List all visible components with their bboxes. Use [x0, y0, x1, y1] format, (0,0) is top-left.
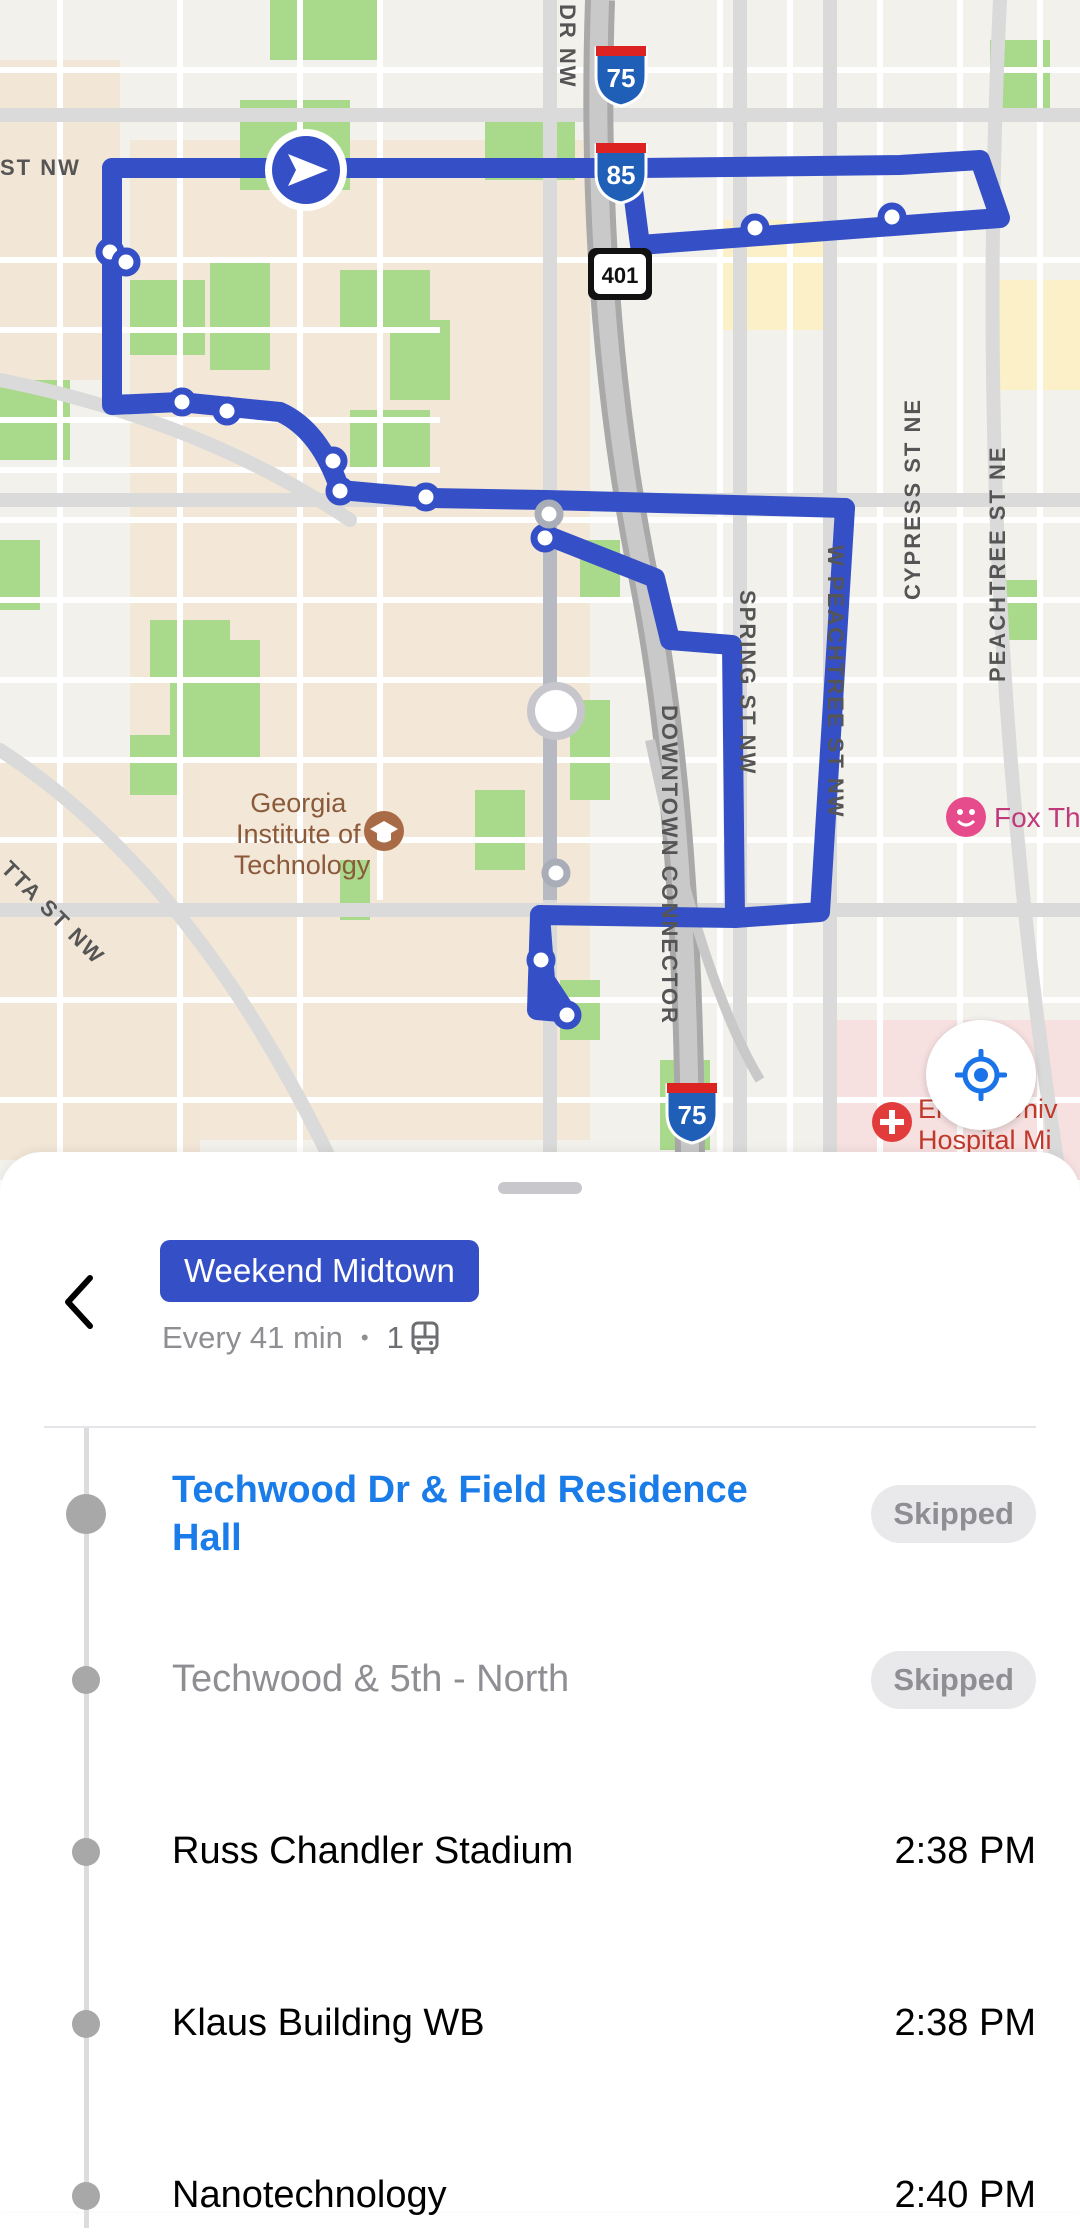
street-label: PEACHTREE ST NE [985, 445, 1010, 682]
street-label: ST NW [0, 155, 81, 180]
stop-dot [72, 1666, 100, 1694]
street-label: W PEACHTREE ST NW [823, 545, 848, 819]
map-view[interactable]: 75 85 401 75 ST NW TTA ST NW SPRING ST N… [0, 0, 1080, 1180]
us401-shield-icon: 401 [588, 248, 652, 300]
map-canvas: 75 85 401 75 ST NW TTA ST NW SPRING ST N… [0, 0, 1080, 1180]
i75-bottom-shield-icon: 75 [665, 1083, 719, 1145]
status-badge: Skipped [871, 1651, 1036, 1709]
vehicle-marker[interactable] [527, 682, 585, 740]
svg-text:Georgia Institute of: Georgia Institute of Technology [234, 788, 371, 880]
stop-dot [72, 2010, 100, 2038]
route-detail-sheet[interactable]: Weekend Midtown Every 41 min • 1 Techwoo… [0, 1152, 1080, 2228]
route-meta: Every 41 min • 1 [162, 1320, 440, 1356]
street-label: SPRING ST NW [735, 590, 760, 775]
stop-row[interactable]: Techwood Dr & Field Residence Hall Skipp… [0, 1460, 1080, 1570]
stop-name: Russ Chandler Stadium [172, 1830, 574, 1872]
stop-dot [72, 2182, 100, 2210]
bus-icon [411, 1321, 439, 1354]
stop-row[interactable]: Russ Chandler Stadium 2:38 PM [0, 1812, 1080, 1892]
arrival-time: 2:38 PM [894, 2002, 1036, 2044]
back-button[interactable] [58, 1272, 102, 1332]
street-label: DR NW [555, 4, 580, 89]
svg-text:75: 75 [607, 63, 636, 93]
fox-theatre-poi[interactable]: Fox Th [946, 797, 1080, 837]
stop-dot [66, 1494, 106, 1534]
vehicle-count: 1 [386, 1320, 404, 1355]
stop-row[interactable]: Techwood & 5th - North Skipped [0, 1640, 1080, 1720]
arrival-time: 2:38 PM [894, 1830, 1036, 1872]
svg-text:401: 401 [602, 263, 639, 288]
street-label: CYPRESS ST NE [900, 398, 925, 600]
i75-top-shield-icon: 75 [594, 46, 648, 108]
svg-text:75: 75 [678, 1100, 707, 1130]
stop-name: Techwood Dr & Field Residence Hall [172, 1469, 748, 1559]
locate-icon [955, 1049, 1007, 1101]
route-name-badge: Weekend Midtown [160, 1240, 479, 1302]
theater-icon [946, 797, 986, 837]
locate-button[interactable] [926, 1020, 1036, 1130]
stop-dot [72, 1838, 100, 1866]
i85-shield-icon: 85 [594, 143, 648, 205]
meta-separator: • [360, 1325, 369, 1350]
navigation-arrow-icon[interactable] [265, 129, 347, 211]
route-frequency: Every 41 min [162, 1320, 343, 1355]
stop-row[interactable]: Nanotechnology 2:40 PM [0, 2156, 1080, 2236]
street-label: DOWNTOWN CONNECTOR [657, 705, 682, 1025]
stop-row[interactable]: Klaus Building WB 2:38 PM [0, 1984, 1080, 2064]
sheet-grabber[interactable] [498, 1182, 582, 1194]
stop-name: Techwood & 5th - North [172, 1658, 570, 1700]
divider [44, 1426, 1036, 1428]
stop-name: Klaus Building WB [172, 2002, 485, 2044]
status-badge: Skipped [871, 1485, 1036, 1543]
svg-text:Fox Th: Fox Th [994, 802, 1080, 833]
chevron-left-icon [65, 1275, 93, 1329]
svg-text:85: 85 [607, 160, 636, 190]
